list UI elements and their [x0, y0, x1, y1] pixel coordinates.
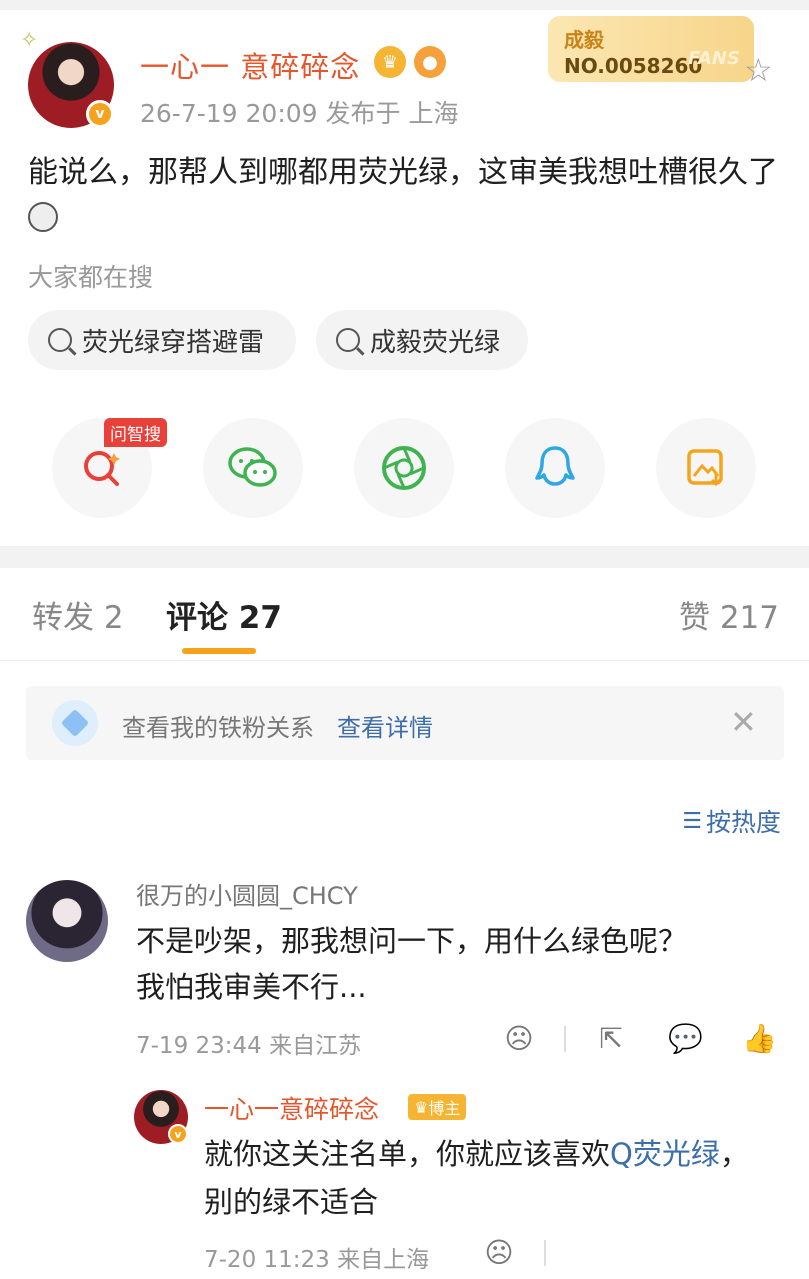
tab-reposts[interactable]: 转发 2	[32, 592, 124, 637]
trending-search-label: 大家都在搜	[28, 263, 154, 292]
top-strip	[0, 0, 809, 10]
tab-likes[interactable]: 赞 217	[679, 592, 779, 637]
action-separator	[564, 1026, 566, 1052]
avatar-decoration-icon: ✧	[20, 28, 39, 53]
search-chip[interactable]: 荧光绿穿搭避雷	[28, 310, 296, 370]
diamond-icon	[52, 700, 98, 746]
comment-text: 不是吵架，那我想问一下，用什么绿色呢？ 我怕我审美不行...	[136, 918, 776, 1010]
verified-badge-icon: v	[86, 100, 114, 128]
emoji-icon	[28, 202, 58, 232]
dislike-face-icon[interactable]: ☹	[502, 1022, 536, 1056]
save-image-icon	[687, 449, 723, 487]
ai-search-icon	[84, 451, 120, 486]
share-icon[interactable]: ⇱	[594, 1022, 628, 1056]
fans-card-watermark: FANS	[688, 48, 740, 69]
blogger-badge: ♛ 博主	[408, 1094, 467, 1120]
post-text: 能说么，那帮人到哪都用荧光绿，这审美我想吐槽很久了	[28, 155, 778, 190]
banner-text: 查看我的铁粉关系	[122, 714, 314, 742]
active-tab-indicator	[182, 648, 256, 654]
qq-icon	[535, 446, 575, 486]
blogger-badge-label: 博主	[428, 1099, 461, 1118]
search-chip-label: 荧光绿穿搭避雷	[82, 327, 265, 358]
fans-card-name: 成毅	[564, 28, 604, 52]
sort-icon: ☰	[682, 808, 702, 834]
reply-author-name[interactable]: 一心一意碎碎念	[204, 1090, 379, 1126]
post-meta: 26-7-19 20:09 发布于 上海	[140, 99, 459, 128]
comment-line: 不是吵架，那我想问一下，用什么绿色呢？	[136, 924, 688, 958]
action-separator	[544, 1240, 546, 1266]
share-moments-button[interactable]	[354, 418, 454, 518]
reply-text-start: 就你这关注名单，你就应该喜欢	[204, 1137, 611, 1171]
star-icon[interactable]: ☆	[744, 52, 780, 88]
wechat-icon	[228, 447, 277, 487]
tab-comments[interactable]: 评论 27	[166, 592, 282, 637]
save-image-button[interactable]	[656, 418, 756, 518]
section-divider	[0, 546, 809, 568]
verified-badge-icon: v	[168, 1124, 188, 1144]
author-avatar[interactable]: v	[28, 42, 114, 128]
sort-by-hot-button[interactable]: ☰ 按热度	[682, 803, 781, 839]
comment-icon[interactable]: 💬	[668, 1022, 703, 1056]
search-icon	[336, 328, 360, 352]
search-chip[interactable]: 成毅荧光绿	[316, 310, 528, 370]
search-chip-label: 成毅荧光绿	[370, 327, 501, 358]
moments-icon	[382, 446, 426, 490]
reply-text: 就你这关注名单，你就应该喜欢Q荧光绿，别的绿不适合	[204, 1130, 774, 1226]
reply-meta: 7-20 11:23 来自上海	[204, 1247, 430, 1273]
post-body: 能说么，那帮人到哪都用荧光绿，这审美我想吐槽很久了	[28, 150, 788, 242]
reply-search-link[interactable]: Q荧光绿	[610, 1137, 720, 1171]
crown-icon: ♛	[374, 46, 406, 78]
comment-line: 我怕我审美不行...	[136, 970, 367, 1004]
ai-search-badge: 问智搜	[104, 418, 167, 447]
dislike-face-icon[interactable]: ☹	[482, 1236, 516, 1270]
search-icon	[48, 328, 72, 352]
crown-icon: ♛	[414, 1097, 429, 1117]
commenter-avatar[interactable]	[26, 880, 108, 962]
share-qq-button[interactable]	[505, 418, 605, 518]
comment-meta: 7-19 23:44 来自江苏	[136, 1033, 362, 1059]
close-icon[interactable]: ✕	[730, 706, 757, 738]
like-icon[interactable]: 👍	[742, 1022, 777, 1056]
author-name[interactable]: 一心一 意碎碎念	[140, 44, 360, 86]
sort-label: 按热度	[705, 808, 781, 837]
commenter-name[interactable]: 很万的小圆圆_CHCY	[136, 876, 358, 911]
banner-details-link[interactable]: 查看详情	[337, 708, 433, 743]
fans-card-number: NO.0058260	[564, 54, 703, 78]
share-wechat-button[interactable]	[203, 418, 303, 518]
fish-badge-icon: ●	[414, 46, 446, 78]
tab-divider	[0, 660, 809, 661]
